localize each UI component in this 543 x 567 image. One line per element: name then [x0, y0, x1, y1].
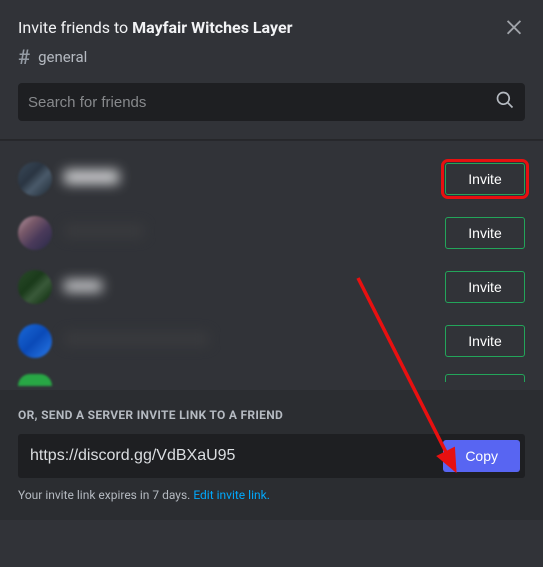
modal-header: Invite friends to Mayfair Witches Layer … — [0, 0, 543, 121]
copy-button[interactable]: Copy — [443, 440, 520, 472]
friend-name — [64, 332, 445, 350]
avatar — [18, 374, 52, 386]
friend-row-partial — [18, 368, 525, 382]
edit-invite-link[interactable]: Edit invite link. — [193, 488, 270, 502]
invite-button-partial — [445, 374, 525, 382]
invite-button[interactable]: Invite — [445, 217, 525, 249]
search-icon — [495, 90, 515, 114]
title-row: Invite friends to Mayfair Witches Layer — [18, 18, 525, 39]
hash-icon: # — [18, 45, 30, 69]
invite-link-input[interactable] — [30, 447, 443, 465]
channel-indicator: # general — [18, 45, 525, 69]
close-button[interactable] — [501, 13, 527, 39]
invite-modal: Invite friends to Mayfair Witches Layer … — [0, 0, 543, 567]
title-prefix: Invite friends to — [18, 18, 132, 37]
invite-link-row: Copy — [18, 434, 525, 478]
server-name: Mayfair Witches Layer — [132, 18, 292, 37]
search-container — [18, 83, 525, 121]
modal-title: Invite friends to Mayfair Witches Layer — [18, 18, 292, 39]
friends-list[interactable]: Invite Invite Invite Invite — [0, 140, 543, 382]
friend-name — [64, 170, 445, 188]
avatar — [18, 216, 52, 250]
invite-button[interactable]: Invite — [445, 163, 525, 195]
expire-text: Your invite link expires in 7 days. Edit… — [18, 488, 525, 502]
avatar — [18, 270, 52, 304]
invite-link-title: OR, SEND A SERVER INVITE LINK TO A FRIEN… — [18, 408, 525, 422]
close-icon — [503, 15, 525, 37]
friend-row[interactable]: Invite — [18, 206, 525, 260]
friend-row[interactable]: Invite — [18, 152, 525, 206]
expire-message: Your invite link expires in 7 days. — [18, 488, 193, 502]
channel-name: general — [38, 48, 87, 66]
friend-name — [64, 278, 445, 296]
avatar — [18, 324, 52, 358]
search-input[interactable] — [28, 94, 495, 111]
invite-button[interactable]: Invite — [445, 325, 525, 357]
friend-row[interactable]: Invite — [18, 314, 525, 368]
friend-name — [64, 224, 445, 242]
invite-link-section: OR, SEND A SERVER INVITE LINK TO A FRIEN… — [0, 390, 543, 520]
avatar — [18, 162, 52, 196]
friend-row[interactable]: Invite — [18, 260, 525, 314]
invite-button[interactable]: Invite — [445, 271, 525, 303]
